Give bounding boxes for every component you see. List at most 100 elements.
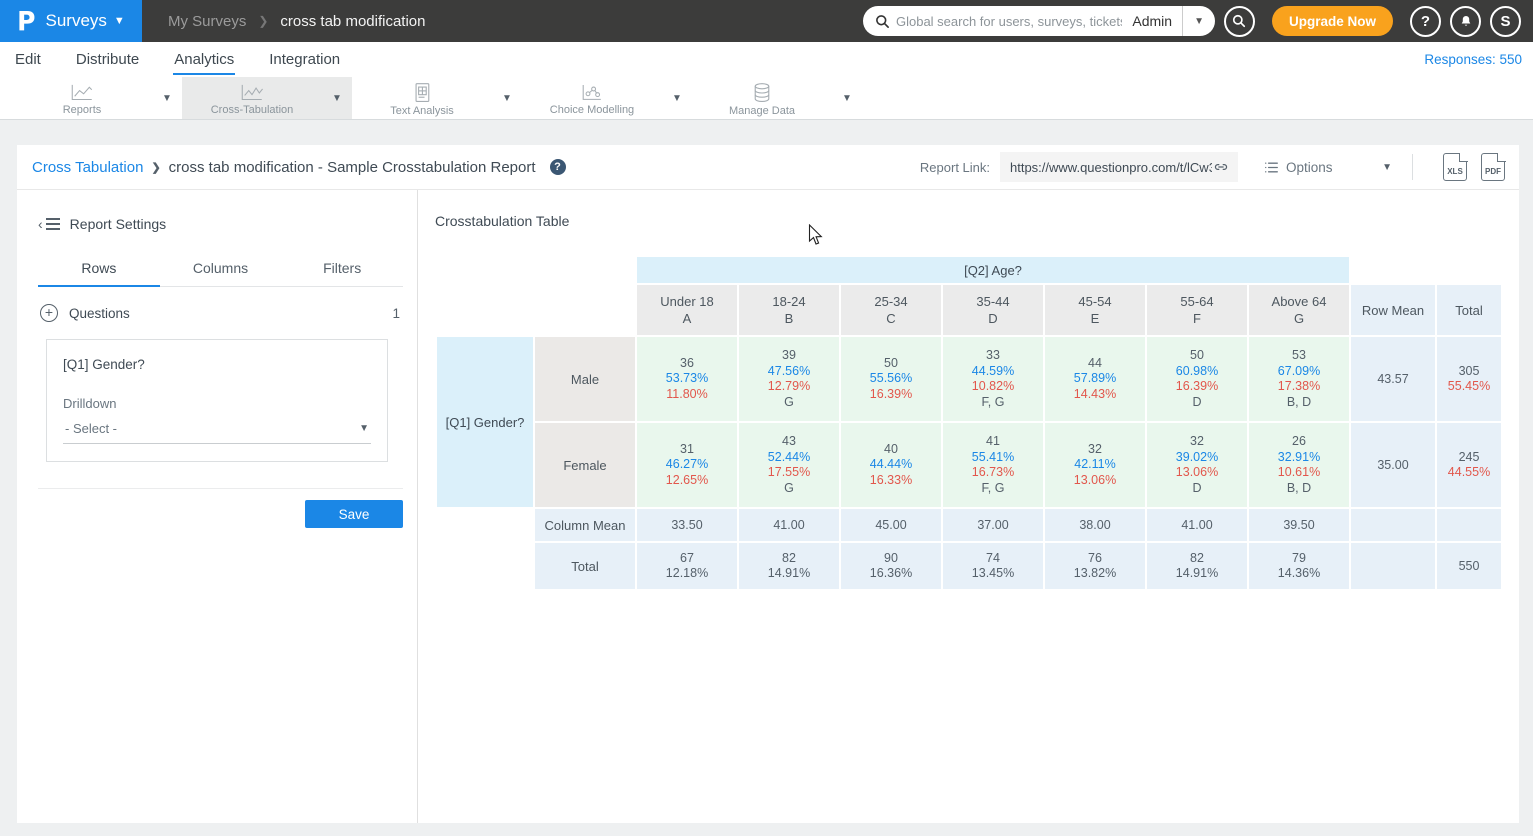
nav-item-analytics[interactable]: Analytics bbox=[173, 45, 235, 75]
column-label: 25-34 bbox=[841, 293, 941, 310]
cell-column-percent: 67.09% bbox=[1251, 364, 1347, 380]
crosstab-data-cell: 3239.02%13.06%D bbox=[1147, 423, 1247, 507]
search-button[interactable] bbox=[1224, 6, 1255, 37]
column-total-percent: 13.45% bbox=[945, 566, 1041, 582]
cell-column-percent: 53.73% bbox=[639, 371, 735, 387]
grand-total-cell: 550 bbox=[1437, 543, 1501, 589]
report-header: Cross Tabulation ❯ cross tab modificatio… bbox=[17, 145, 1519, 190]
cross-tabulation-link[interactable]: Cross Tabulation bbox=[32, 159, 143, 176]
report-header-actions: Report Link: https://www.questionpro.com… bbox=[920, 152, 1505, 182]
chevron-down-icon[interactable]: ▼ bbox=[662, 93, 692, 104]
cell-column-percent: 55.41% bbox=[945, 450, 1041, 466]
cell-count: 39 bbox=[741, 348, 837, 364]
cell-significance: D bbox=[1149, 395, 1245, 411]
chevron-down-icon[interactable]: ▼ bbox=[492, 93, 522, 104]
search-scope-selector[interactable]: Admin bbox=[1122, 13, 1182, 29]
cell-count: 36 bbox=[639, 356, 735, 372]
chevron-down-icon[interactable]: ▼ bbox=[152, 93, 182, 104]
report-link-url[interactable]: https://www.questionpro.com/t/lCw3Zc bbox=[1010, 160, 1212, 175]
tool-choice-modelling[interactable]: Choice Modelling ▼ bbox=[522, 77, 692, 119]
report-link-field[interactable]: https://www.questionpro.com/t/lCw3Zc bbox=[1000, 152, 1238, 182]
crosstab-body: [Q2] Age?Under 18A18-24B25-34C35-44D45-5… bbox=[437, 257, 1501, 589]
top-bar: P Surveys ▼ My Surveys ❯ cross tab modif… bbox=[0, 0, 1533, 42]
cell-count: 26 bbox=[1251, 434, 1347, 450]
column-total-percent: 16.36% bbox=[843, 566, 939, 582]
age-column-header: 18-24B bbox=[739, 285, 839, 335]
tool-reports[interactable]: Reports ▼ bbox=[12, 77, 182, 119]
cell-column-percent: 32.91% bbox=[1251, 450, 1347, 466]
tab-rows[interactable]: Rows bbox=[38, 252, 160, 287]
save-button[interactable]: Save bbox=[305, 500, 403, 528]
column-total-count: 82 bbox=[1149, 551, 1245, 567]
column-letter: D bbox=[943, 310, 1043, 327]
pdf-label: PDF bbox=[1485, 167, 1501, 176]
questions-label: Questions bbox=[69, 306, 130, 321]
cell-column-percent: 55.56% bbox=[843, 371, 939, 387]
column-total-percent: 12.18% bbox=[639, 566, 735, 582]
chevron-down-icon[interactable]: ▼ bbox=[322, 93, 352, 104]
column-label: Under 18 bbox=[637, 293, 737, 310]
cell-count: 32 bbox=[1047, 442, 1143, 458]
cell-count: 44 bbox=[1047, 356, 1143, 372]
question-mark-glyph: ? bbox=[554, 161, 561, 173]
column-total-cell: 7613.82% bbox=[1045, 543, 1145, 589]
cell-significance: F, G bbox=[945, 395, 1041, 411]
global-search[interactable]: Admin ▼ bbox=[863, 6, 1215, 36]
crosstab-title: Crosstabulation Table bbox=[435, 213, 1519, 229]
chevron-down-icon[interactable]: ▼ bbox=[832, 93, 862, 104]
tool-cross-tabulation[interactable]: Cross-Tabulation ▼ bbox=[182, 77, 352, 119]
row-total-cell: 24544.55% bbox=[1437, 423, 1501, 507]
nav-item-distribute[interactable]: Distribute bbox=[75, 45, 140, 75]
report-settings-panel: ‹ Report Settings Rows Columns Filters +… bbox=[17, 190, 418, 823]
link-icon[interactable] bbox=[1212, 158, 1230, 176]
column-total-percent: 13.82% bbox=[1047, 566, 1143, 582]
cell-total-percent: 16.39% bbox=[843, 387, 939, 403]
nav-item-edit[interactable]: Edit bbox=[14, 45, 42, 75]
tool-label: Cross-Tabulation bbox=[211, 104, 294, 116]
tool-label: Choice Modelling bbox=[550, 104, 634, 116]
help-icon[interactable]: ? bbox=[550, 159, 566, 175]
column-letter: B bbox=[739, 310, 839, 327]
nav-item-integration[interactable]: Integration bbox=[268, 45, 341, 75]
column-total-cell: 7914.36% bbox=[1249, 543, 1349, 589]
row-label: Female bbox=[535, 423, 635, 507]
breadcrumb-my-surveys[interactable]: My Surveys bbox=[168, 13, 246, 30]
row-total-cell: 30555.45% bbox=[1437, 337, 1501, 421]
options-menu[interactable]: Options ▼ bbox=[1264, 160, 1392, 175]
collapse-panel-icon[interactable]: ‹ bbox=[38, 216, 60, 232]
cell-count: 41 bbox=[945, 434, 1041, 450]
product-switcher[interactable]: P Surveys ▼ bbox=[0, 0, 142, 42]
tab-columns[interactable]: Columns bbox=[160, 252, 282, 287]
notifications-button[interactable] bbox=[1450, 6, 1481, 37]
help-button[interactable]: ? bbox=[1410, 6, 1441, 37]
tab-filters[interactable]: Filters bbox=[281, 252, 403, 287]
export-xls-button[interactable]: XLS bbox=[1443, 153, 1467, 181]
column-mean-row: Column Mean33.5041.0045.0037.0038.0041.0… bbox=[437, 509, 1501, 541]
crosstab-data-cell: 4155.41%16.73%F, G bbox=[943, 423, 1043, 507]
add-question-button[interactable]: + bbox=[40, 304, 58, 322]
cell-total-percent: 10.61% bbox=[1251, 465, 1347, 481]
options-label: Options bbox=[1286, 160, 1333, 175]
drilldown-select[interactable]: - Select - ▼ bbox=[63, 411, 371, 444]
data-row-male: [Q1] Gender?Male3653.73%11.80%3947.56%12… bbox=[437, 337, 1501, 421]
column-total-count: 74 bbox=[945, 551, 1041, 567]
column-total-count: 79 bbox=[1251, 551, 1347, 567]
divider bbox=[1412, 154, 1413, 180]
upgrade-now-button[interactable]: Upgrade Now bbox=[1272, 6, 1393, 36]
crosstab-data-cell: 5055.56%16.39% bbox=[841, 337, 941, 421]
total-header: Total bbox=[1437, 285, 1501, 335]
cell-count: 50 bbox=[1149, 348, 1245, 364]
cell-column-percent: 46.27% bbox=[639, 457, 735, 473]
xls-label: XLS bbox=[1447, 167, 1463, 176]
row-label: Male bbox=[535, 337, 635, 421]
export-pdf-button[interactable]: PDF bbox=[1481, 153, 1505, 181]
list-options-icon bbox=[1264, 161, 1279, 174]
search-icon bbox=[1232, 14, 1246, 28]
document-grid-icon bbox=[411, 82, 433, 104]
account-avatar[interactable]: S bbox=[1490, 6, 1521, 37]
chevron-down-icon[interactable]: ▼ bbox=[1182, 6, 1215, 36]
age-column-header: 45-54E bbox=[1045, 285, 1145, 335]
tool-manage-data[interactable]: Manage Data ▼ bbox=[692, 77, 862, 119]
tool-text-analysis[interactable]: Text Analysis ▼ bbox=[352, 77, 522, 119]
search-input[interactable] bbox=[896, 14, 1122, 29]
